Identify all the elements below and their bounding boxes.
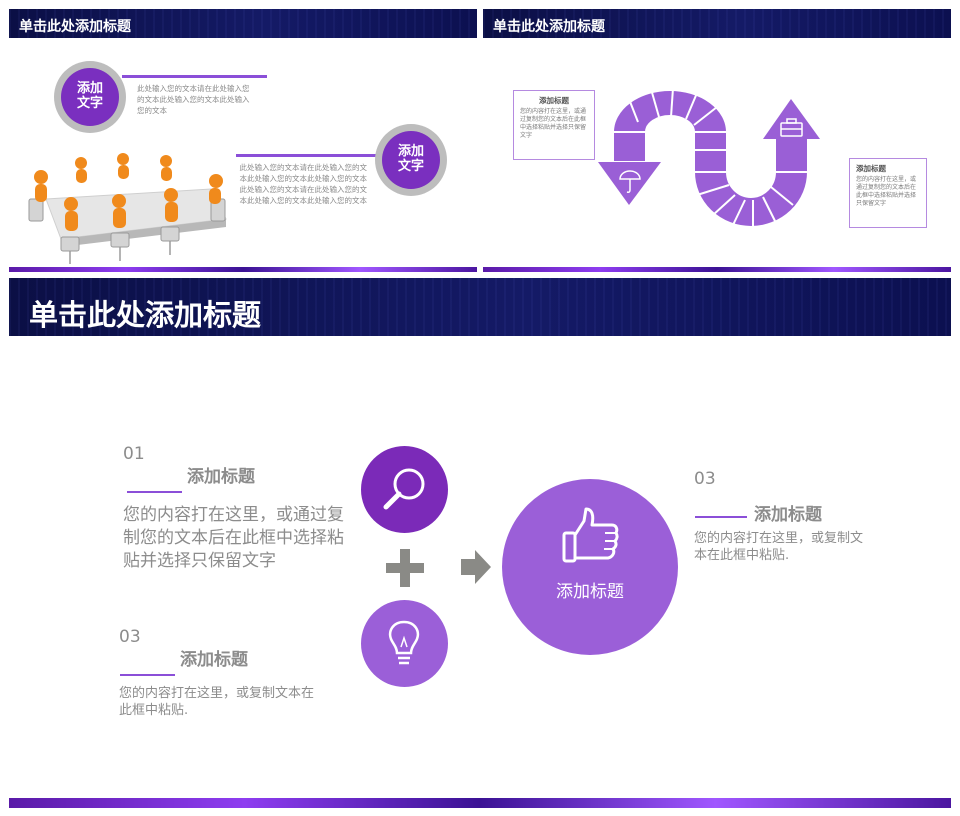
item-1-number: 01: [123, 444, 145, 464]
badge-1: 添加 文字: [61, 68, 119, 126]
callout-right-text: 您的内容打在这里，或通过复制您的文本后在此框中选择粘贴并选择只保留文字: [856, 176, 917, 207]
slide-3: 单击此处添加标题 01 添加标题 您的内容打在这里，或通过复制您的文本后在此框中…: [9, 278, 951, 808]
magnifier-circle: [361, 446, 448, 533]
center-circle-label: 添加标题: [556, 582, 624, 602]
slide-2-footer-bar: [483, 267, 951, 272]
badge-2-rule: [236, 154, 381, 157]
slide-1-footer-bar: [9, 267, 477, 272]
callout-left: 添加标题 您的内容打在这里，或通过复制您的文本后在此框中选择粘贴并选择只保留文字: [513, 90, 595, 160]
item-2-underline: [120, 674, 175, 676]
s-arrow-graphic: [598, 87, 820, 228]
text-block-1: 此处输入您的文本请在此处输入您的文本此处输入您的文本此处输入您的文本: [137, 84, 250, 115]
arrow-right-icon: [461, 550, 491, 584]
slide-3-footer-bar: [9, 798, 951, 808]
item-1-underline: [127, 491, 182, 493]
slide-2: 单击此处添加标题 添加标题 您的内容打在这里，或通过复制您的文本后在此框中选择粘…: [483, 9, 951, 272]
item-2-number: 03: [119, 627, 141, 647]
item-3-number: 03: [694, 469, 716, 489]
thumbs-up-icon: [562, 507, 619, 563]
item-2-text: 您的内容打在这里，或复制文本在此框中粘贴.: [119, 686, 315, 718]
magnifier-icon: [383, 468, 425, 510]
callout-left-title: 添加标题: [539, 96, 569, 105]
badge-1-line2: 文字: [76, 96, 103, 111]
slide-3-title: 单击此处添加标题: [29, 298, 262, 332]
badge-2-line2: 文字: [397, 159, 424, 174]
slide-2-title-bar: 单击此处添加标题: [483, 9, 951, 38]
slide-2-title: 单击此处添加标题: [493, 19, 605, 35]
meeting-illustration: [28, 153, 227, 264]
item-3-title: 添加标题: [754, 505, 822, 525]
item-1-title: 添加标题: [187, 467, 255, 487]
item-1-text: 您的内容打在这里，或通过复制您的文本后在此框中选择粘贴并选择只保留文字: [123, 505, 344, 571]
slide-1-title-bar: 单击此处添加标题: [9, 9, 477, 38]
item-2-title: 添加标题: [180, 650, 248, 670]
center-circle: 添加标题: [502, 479, 678, 655]
callout-left-text: 您的内容打在这里，或通过复制您的文本后在此框中选择粘贴并选择只保留文字: [520, 108, 587, 139]
callout-right-title: 添加标题: [856, 164, 886, 173]
lightbulb-circle: [361, 600, 448, 687]
slide-3-title-bar: 单击此处添加标题: [9, 278, 951, 336]
callout-right: 添加标题 您的内容打在这里，或通过复制您的文本后在此框中选择粘贴并选择只保留文字: [849, 158, 927, 228]
text-block-2: 此处输入您的文本请在此处输入您的文本此处输入您的文本此处输入您的文本此处输入您的…: [239, 163, 368, 205]
slide-1: 单击此处添加标题 添加 文字 此处输入您的文本请在此处输入您的文本此处输入您的文…: [9, 9, 477, 272]
slide-1-title: 单击此处添加标题: [19, 19, 131, 35]
plus-icon: [386, 549, 424, 587]
badge-1-rule: [122, 75, 267, 78]
badge-1-line1: 添加: [76, 81, 103, 97]
badge-2-line1: 添加: [397, 144, 424, 160]
badge-2: 添加 文字: [382, 131, 440, 189]
lightbulb-icon: [388, 620, 420, 665]
item-3-underline: [695, 516, 747, 518]
item-3-text: 您的内容打在这里，或复制文本在此框中粘贴.: [694, 531, 864, 563]
